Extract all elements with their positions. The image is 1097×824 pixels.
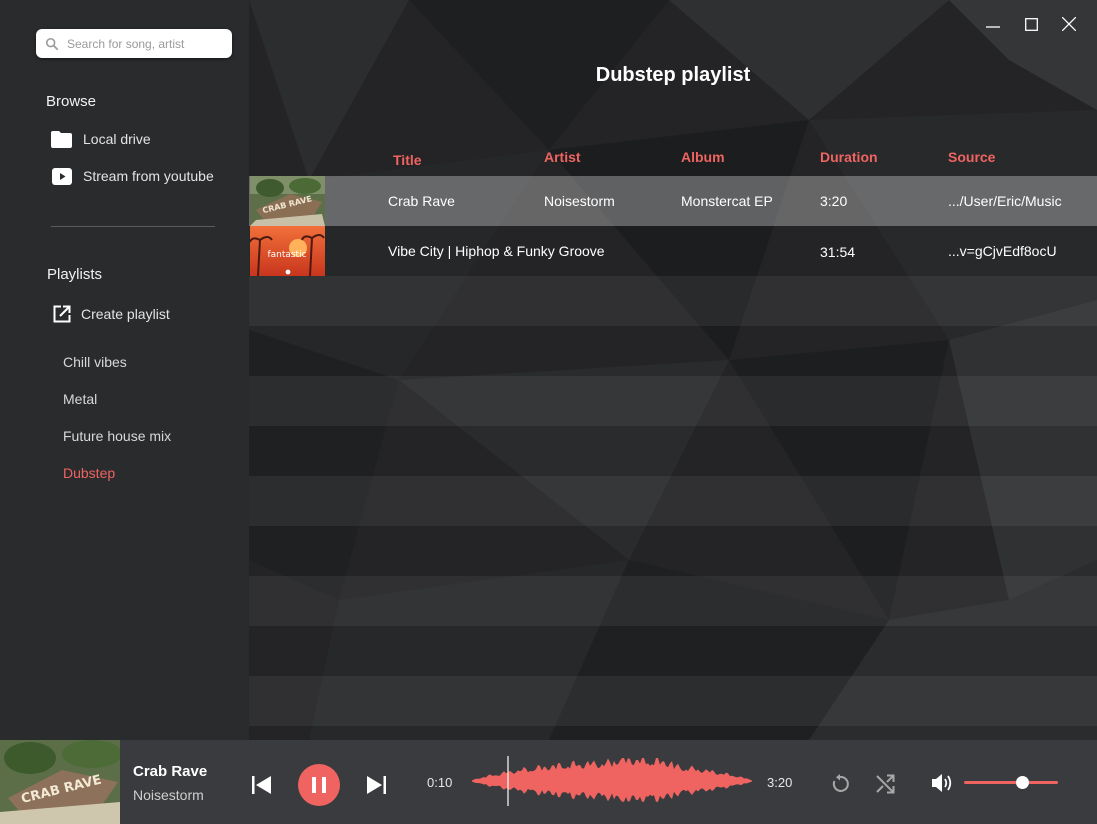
table-row-empty — [249, 476, 1097, 526]
maximize-button[interactable] — [1023, 14, 1039, 34]
shuffle-icon — [876, 774, 895, 794]
minimize-icon — [986, 26, 1000, 28]
track-source: .../User/Eric/Music — [948, 193, 1062, 209]
waveform-seekbar[interactable] — [472, 756, 752, 806]
now-playing-title: Crab Rave — [133, 763, 208, 780]
track-thumbnail: fantastic — [250, 226, 325, 276]
column-header-duration[interactable]: Duration — [820, 149, 878, 165]
pause-button[interactable] — [298, 764, 340, 806]
repeat-button[interactable] — [829, 773, 851, 795]
create-playlist-label: Create playlist — [81, 306, 170, 322]
table-row-empty — [249, 576, 1097, 626]
table-row[interactable]: fantastic Vibe City | Hiphop & Funky Gro… — [249, 226, 1097, 276]
browse-heading: Browse — [46, 93, 97, 110]
sidebar-divider — [51, 226, 215, 227]
window-controls — [985, 14, 1077, 34]
table-row-empty — [249, 626, 1097, 676]
now-playing-artist: Noisestorm — [133, 787, 204, 803]
table-row-empty — [249, 526, 1097, 576]
volume-icon — [932, 774, 952, 792]
nav-stream-youtube-label: Stream from youtube — [83, 168, 214, 184]
column-header-source[interactable]: Source — [948, 149, 995, 165]
table-row[interactable]: CRAB RAVE Crab Rave Noisestorm Monsterca… — [249, 176, 1097, 226]
page-title: Dubstep playlist — [595, 64, 751, 86]
playlist-item-future-house-mix[interactable]: Future house mix — [63, 428, 171, 444]
search-input[interactable] — [67, 36, 227, 51]
table-row-empty — [249, 326, 1097, 376]
table-row-empty — [249, 676, 1097, 726]
close-button[interactable] — [1061, 14, 1077, 34]
playlist-item-dubstep[interactable]: Dubstep — [63, 465, 115, 481]
folder-icon — [51, 130, 72, 148]
now-playing-artwork: CRAB RAVE — [0, 740, 120, 824]
next-button[interactable] — [365, 775, 387, 795]
track-title: Vibe City | Hiphop & Funky Groove — [388, 243, 605, 259]
sidebar: Browse Local drive Stream from youtube P… — [0, 0, 249, 740]
track-artist: Noisestorm — [544, 193, 615, 209]
maximize-icon — [1024, 17, 1038, 31]
table-row-empty — [249, 276, 1097, 326]
track-table: CRAB RAVE Crab Rave Noisestorm Monsterca… — [249, 176, 1097, 726]
table-row-empty — [249, 376, 1097, 426]
create-playlist-button[interactable]: Create playlist — [52, 305, 170, 323]
nav-local-drive[interactable]: Local drive — [51, 130, 151, 148]
total-time: 3:20 — [767, 775, 793, 790]
track-duration: 31:54 — [820, 244, 856, 260]
track-title: Crab Rave — [388, 193, 455, 209]
column-header-artist[interactable]: Artist — [544, 149, 581, 165]
main-panel: Dubstep playlist Title Artist Album Dura… — [249, 0, 1097, 740]
track-source: ...v=gCjvEdf8ocU — [948, 243, 1057, 259]
elapsed-time: 0:10 — [427, 775, 453, 790]
skip-previous-icon — [252, 776, 271, 794]
search-icon — [45, 37, 59, 50]
nav-local-drive-label: Local drive — [83, 131, 151, 147]
track-duration: 3:20 — [820, 193, 848, 209]
nav-stream-youtube[interactable]: Stream from youtube — [51, 167, 214, 185]
track-album: Monstercat EP — [681, 193, 773, 209]
volume-slider-track[interactable] — [964, 781, 1058, 784]
youtube-icon — [51, 167, 72, 185]
pause-icon — [312, 777, 326, 793]
volume-button[interactable] — [932, 772, 954, 794]
track-thumbnail: CRAB RAVE — [250, 176, 325, 226]
playlist-item-chill-vibes[interactable]: Chill vibes — [63, 354, 127, 370]
skip-next-icon — [367, 776, 386, 794]
thumb-logo-text: fantastic — [267, 250, 306, 260]
player-bar: CRAB RAVE Crab Rave Noisestorm 0:10 3:20 — [0, 740, 1097, 824]
external-link-icon — [52, 305, 71, 323]
volume-slider-knob[interactable] — [1016, 776, 1029, 789]
shuffle-button[interactable] — [874, 773, 896, 795]
minimize-button[interactable] — [985, 14, 1001, 34]
close-icon — [1062, 17, 1076, 31]
column-header-album[interactable]: Album — [681, 149, 725, 165]
column-header-title[interactable]: Title — [393, 152, 422, 168]
waveform-shape — [472, 758, 752, 802]
replay-icon — [832, 774, 849, 792]
previous-button[interactable] — [251, 775, 273, 795]
table-row-empty — [249, 426, 1097, 476]
playlist-item-metal[interactable]: Metal — [63, 391, 97, 407]
playlists-heading: Playlists — [47, 266, 103, 283]
search-box[interactable] — [36, 29, 232, 58]
